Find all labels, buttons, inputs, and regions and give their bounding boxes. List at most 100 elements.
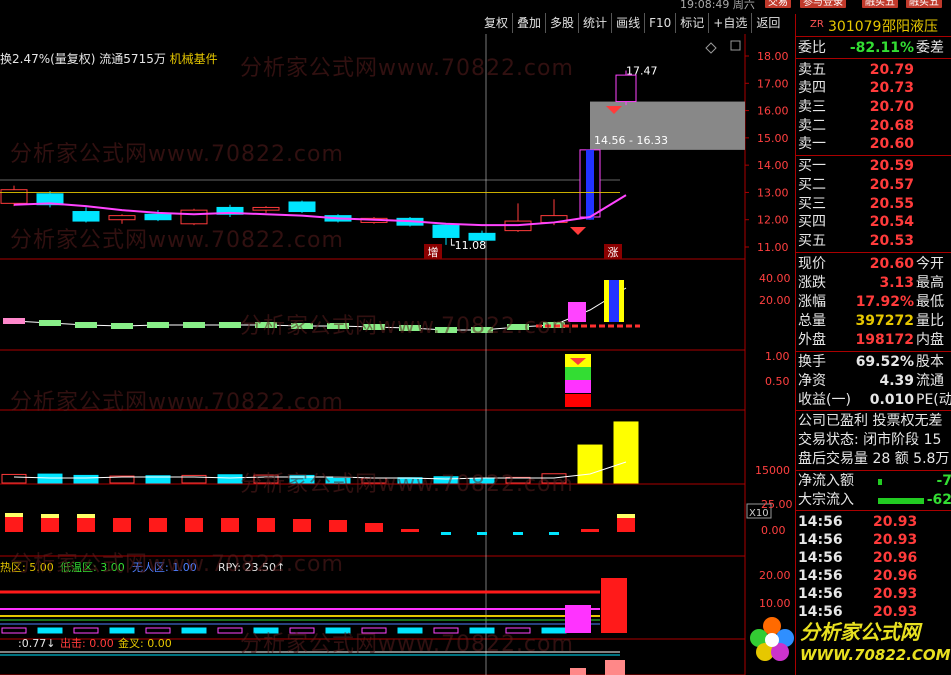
bid-row-1[interactable]: 买一 20.59 (796, 157, 951, 175)
bid-row-4[interactable]: 买四 20.54 (796, 213, 951, 231)
weibi-value: -82.11% (849, 40, 914, 56)
p6-bar (1, 627, 27, 634)
signal-block (565, 367, 591, 380)
stat-value: 4.39 (879, 373, 914, 389)
p6-bar (325, 627, 351, 634)
sector-label[interactable]: 机械基件 (170, 52, 218, 66)
menu-tongji[interactable]: 统计 (578, 13, 611, 33)
top-tab-margin-buy[interactable]: 融买五 (862, 0, 898, 8)
bid-price: 20.54 (869, 214, 914, 230)
ask-row-1[interactable]: 卖一 20.60 (796, 135, 951, 153)
menu-back[interactable]: 返回 (751, 13, 784, 33)
p6-bar (565, 605, 591, 633)
oscillator-bar (568, 302, 586, 322)
ask-price: 20.68 (869, 118, 914, 134)
quote-label: 涨跌 (798, 275, 826, 291)
tick-row: 14:56 20.93 (796, 585, 951, 603)
menu-diejia[interactable]: 叠加 (512, 13, 545, 33)
p6-legend: 热区: 5.00 (0, 561, 54, 574)
weicha-label: 委差 (916, 40, 944, 56)
ask-row-4[interactable]: 卖四 20.73 (796, 79, 951, 97)
stock-code[interactable]: 301079 (828, 16, 881, 38)
quote-label: 外盘 (798, 332, 826, 348)
tick-time: 14:56 (798, 514, 843, 530)
tick-time: 14:56 (798, 568, 843, 584)
top-tab-margin-buy-2[interactable]: 融买五 (906, 0, 942, 8)
oscillator-bar (111, 323, 133, 329)
stat-label: 净资 (798, 373, 826, 389)
high-annotation: 17.47 (626, 64, 658, 77)
candle-body (252, 206, 280, 211)
oscillator-bar (327, 323, 349, 329)
ask-row-2[interactable]: 卖二 20.68 (796, 117, 951, 135)
toolbar-menu: 复权 叠加 多股 统计 画线 F10 标记 +自选 返回 (480, 13, 784, 33)
y-tick-label: 13.00 (757, 186, 789, 199)
top-tab-login[interactable]: 参与登录 (800, 0, 846, 8)
tick-row: 14:56 20.96 (796, 549, 951, 567)
kline-chart[interactable]: 18.00 17.00 16.00 15.00 14.00 13.00 12.00 11.00… (0, 34, 795, 675)
menu-add-watchlist[interactable]: +自选 (708, 13, 751, 33)
note-text: 交易状态: 闭市阶段 15 (798, 432, 942, 448)
menu-f10[interactable]: F10 (644, 13, 675, 33)
ask-row-5[interactable]: 卖五 20.79 (796, 61, 951, 79)
stat-row: 净资 4.39 流通 (796, 372, 951, 390)
top-tab-trade[interactable]: 交易 (765, 0, 791, 8)
candle-body (72, 211, 100, 222)
stock-name[interactable]: 邵阳液压 (882, 16, 938, 38)
oscillator-bar (609, 280, 619, 322)
p5-tick-label: 0.00 (761, 524, 786, 537)
low-annotation: └11.08 (448, 238, 486, 252)
menu-duogu[interactable]: 多股 (545, 13, 578, 33)
divider (796, 58, 951, 59)
stat-ext: PE(动 (916, 392, 951, 408)
quote-label: 总量 (798, 313, 826, 329)
note-text: 公司已盈利 投票权无差 (798, 413, 943, 429)
menu-huaxian[interactable]: 画线 (611, 13, 644, 33)
p5-bar (441, 532, 451, 535)
ask-label: 卖五 (798, 62, 826, 78)
p5-bar (185, 518, 203, 532)
flow-bar (878, 479, 882, 485)
bid-row-5[interactable]: 买五 20.53 (796, 232, 951, 250)
p5-bar (513, 532, 523, 535)
p6-legend: RPY: 23.50↑ (218, 561, 285, 574)
logo-url: WWW.70822.COM (800, 646, 951, 664)
volume-bar (37, 473, 63, 484)
bid-price: 20.59 (869, 158, 914, 174)
bid-row-3[interactable]: 买三 20.55 (796, 195, 951, 213)
oscillator-bar (39, 320, 61, 326)
p6-legend: 无人区: 1.00 (132, 561, 197, 574)
tick-price: 20.93 (873, 586, 918, 602)
volume-bar (1, 473, 27, 484)
p7-bar (605, 660, 625, 675)
p5-cap (5, 513, 23, 517)
p6-bar (181, 627, 207, 634)
quote-ext: 最高 (916, 275, 944, 291)
flow-value: -62 (926, 492, 951, 508)
info-line: 换2.47%(量复权) 流通5715万 机械基件 (0, 50, 218, 67)
p5-bar (401, 529, 419, 532)
ask-label: 卖二 (798, 118, 826, 134)
menu-biaoji[interactable]: 标记 (675, 13, 708, 33)
oscillator-bar (363, 324, 385, 330)
candle-body (615, 74, 637, 103)
flow-row: 净流入额 -7 (796, 472, 951, 490)
p5-bar (5, 517, 23, 532)
bid-row-2[interactable]: 买二 20.57 (796, 176, 951, 194)
candle-body (144, 213, 172, 221)
p6-bar (73, 627, 99, 634)
p5-bar (549, 532, 559, 535)
menu-fuquan[interactable]: 复权 (480, 13, 512, 33)
flow-value: -7 (936, 473, 951, 489)
badge-right: 涨 (608, 246, 619, 259)
quote-panel: ZR 301079 邵阳液压 委比 -82.11% 委差 卖五 20.79 卖四 2… (795, 14, 951, 675)
oscillator-bar (219, 322, 241, 328)
tick-row: 14:56 20.96 (796, 567, 951, 585)
oscillator-line (13, 287, 627, 331)
divider (796, 510, 951, 511)
range-annotation: 14.56 - 16.33 (594, 134, 668, 147)
volume-bar (217, 474, 243, 484)
ask-row-3[interactable]: 卖三 20.70 (796, 98, 951, 116)
tick-row: 14:56 20.93 (796, 513, 951, 531)
divider (796, 155, 951, 156)
